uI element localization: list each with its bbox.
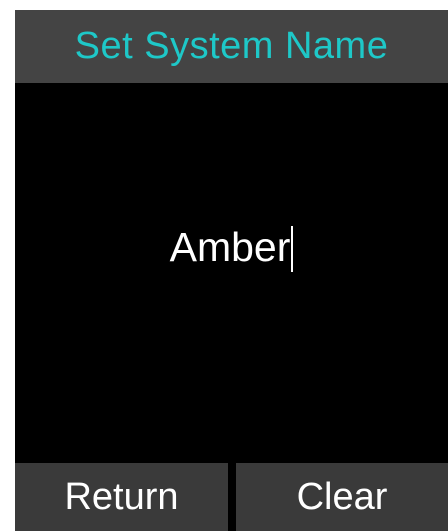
- device-screen: Set System Name Amber Return Clear: [15, 10, 448, 531]
- system-name-value: Amber: [169, 224, 291, 270]
- clear-button[interactable]: Clear: [236, 463, 448, 531]
- return-button[interactable]: Return: [15, 463, 228, 531]
- system-name-input[interactable]: Amber: [15, 219, 448, 275]
- text-entry-area: Amber: [15, 83, 448, 463]
- return-button-label: Return: [64, 476, 179, 518]
- clear-button-label: Clear: [296, 476, 388, 518]
- title-bar: Set System Name: [15, 10, 448, 83]
- screen-title: Set System Name: [74, 25, 389, 67]
- text-cursor: [291, 226, 294, 272]
